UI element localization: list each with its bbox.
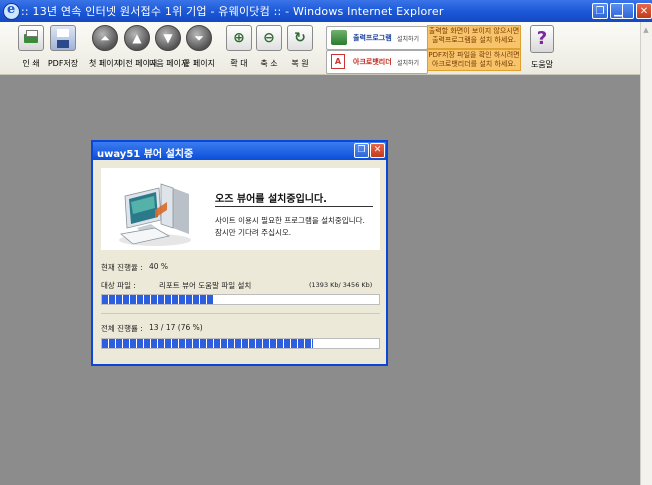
zoom-in-button[interactable]: ⊕ — [226, 25, 252, 51]
acrobat-note: PDF저장 파일을 확인 하시려면 아크로뱃리더를 설치 하세요. — [427, 49, 521, 71]
next-page-icon: ▼ — [155, 25, 181, 51]
viewer-toolbar: 인 쇄 PDF저장 ⏶ 첫 페이지 ▲ 이전 페이지 ▼ 다음 페이지 ⏷ 끝 … — [0, 22, 640, 75]
acrobat-action: 설치하기 — [397, 60, 420, 67]
internet-explorer-icon — [3, 2, 20, 20]
maximize-window-icon[interactable] — [622, 3, 634, 19]
restore-zoom-label: 복 원 — [291, 59, 309, 68]
dialog-titlebar: uway51 뷰어 설치중 ❐ ✕ — [93, 142, 386, 160]
install-description-line2: 잠시만 기다려 주십시오. — [215, 228, 292, 237]
dialog-restore-icon[interactable]: ❐ — [354, 143, 369, 158]
first-page-button[interactable]: ⏶ — [92, 25, 118, 51]
print-program-action: 설치하기 — [397, 36, 420, 43]
install-description-line1: 사이트 이용시 필요한 프로그램을 설치중입니다. — [215, 216, 365, 225]
last-page-label: 끝 페이지 — [183, 59, 215, 68]
acrobat-icon: A — [331, 54, 345, 69]
first-page-icon: ⏶ — [92, 25, 118, 51]
overall-progress-fill — [102, 339, 313, 348]
overall-progress-value: 13 / 17 (76 %) — [149, 323, 203, 332]
computer-install-icon — [115, 174, 195, 248]
target-file-label: 대상 파일 : — [101, 281, 136, 290]
help-icon: ? — [530, 25, 554, 53]
dialog-separator — [101, 313, 380, 314]
prev-page-button[interactable]: ▲ — [124, 25, 150, 51]
overall-progress-label: 전체 진행률 : — [101, 324, 143, 333]
current-progress-value: 40 % — [149, 262, 169, 271]
headline-divider — [215, 206, 373, 207]
print-program-note: 출력할 화면이 보이지 않으시면 출력프로그램을 설치 하세요. — [427, 25, 521, 49]
last-page-button[interactable]: ⏷ — [186, 25, 212, 51]
print-program-name: 출력프로그램 — [353, 34, 392, 42]
current-progress-label: 현재 진행율 : — [101, 263, 143, 272]
install-headline: 오즈 뷰어를 설치중입니다. — [215, 194, 327, 205]
window-titlebar: :: 13년 연속 인터넷 원서접수 1위 기업 - 유웨이닷컴 :: - Wi… — [0, 0, 652, 22]
help-button[interactable]: ? — [530, 25, 554, 53]
refresh-icon: ↻ — [287, 25, 313, 51]
acrobat-install-button[interactable]: A 아크로뱃리더 설치하기 — [326, 50, 428, 74]
restore-zoom-button[interactable]: ↻ — [287, 25, 313, 51]
zoom-in-label: 확 대 — [230, 59, 248, 68]
scroll-up-icon[interactable]: ▲ — [641, 24, 651, 36]
pdf-save-button[interactable] — [50, 25, 76, 51]
overall-progress-bar — [101, 338, 380, 349]
current-progress-bar — [101, 294, 380, 305]
floppy-disk-icon — [50, 25, 76, 51]
restore-window-icon[interactable]: ❐ — [592, 3, 608, 19]
last-page-icon: ⏷ — [186, 25, 212, 51]
target-file-size: (1393 Kb/ 3456 Kb) — [309, 281, 373, 289]
zoom-out-label: 축 소 — [260, 59, 278, 68]
pdf-save-label: PDF저장 — [47, 59, 79, 68]
help-label: 도움말 — [530, 60, 554, 69]
dialog-close-icon[interactable]: ✕ — [370, 143, 385, 158]
target-file-name: 리포트 뷰어 도움말 파일 설치 — [159, 281, 252, 290]
next-page-button[interactable]: ▼ — [155, 25, 181, 51]
vertical-scrollbar[interactable] — [640, 22, 652, 485]
zoom-out-icon: ⊖ — [256, 25, 282, 51]
installer-dialog: uway51 뷰어 설치중 ❐ ✕ 오즈 뷰어를 설치중입니다. 사이트 이용시… — [91, 140, 388, 366]
printer-icon — [18, 25, 44, 51]
info-panel: 오즈 뷰어를 설치중입니다. 사이트 이용시 필요한 프로그램을 설치중입니다.… — [101, 168, 380, 250]
zoom-in-icon: ⊕ — [226, 25, 252, 51]
window-title: :: 13년 연속 인터넷 원서접수 1위 기업 - 유웨이닷컴 :: - Wi… — [21, 5, 444, 18]
print-button[interactable] — [18, 25, 44, 51]
prev-page-icon: ▲ — [124, 25, 150, 51]
zoom-out-button[interactable]: ⊖ — [256, 25, 282, 51]
dialog-title: uway51 뷰어 설치중 — [97, 149, 194, 160]
acrobat-name: 아크로뱃리더 — [353, 58, 392, 66]
print-program-icon — [331, 30, 347, 45]
current-progress-fill — [102, 295, 213, 304]
print-program-install-button[interactable]: 출력프로그램 설치하기 — [326, 26, 428, 50]
close-window-icon[interactable]: ✕ — [636, 3, 652, 19]
print-label: 인 쇄 — [22, 59, 40, 68]
